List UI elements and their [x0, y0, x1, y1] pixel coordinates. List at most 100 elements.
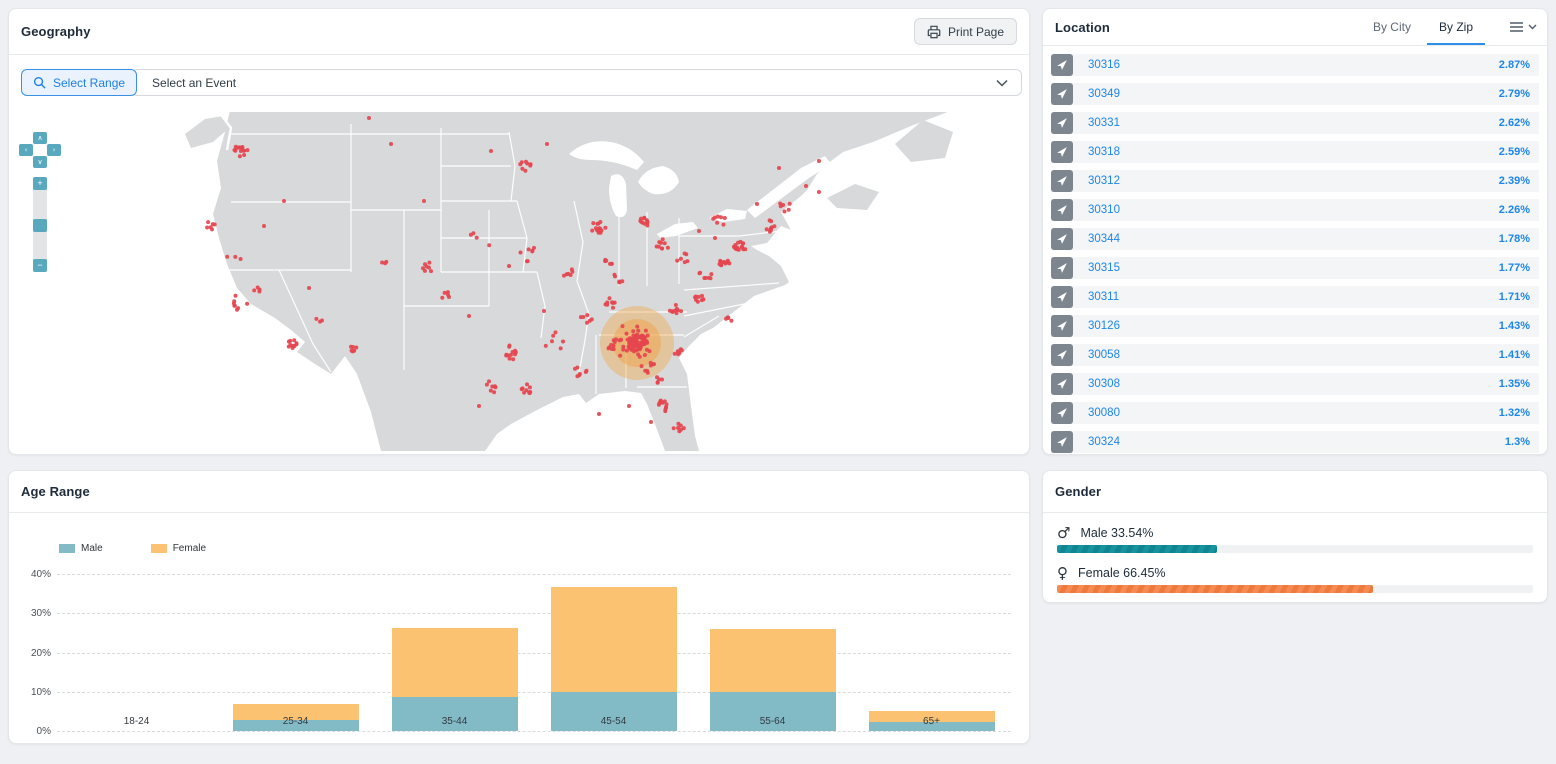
map-canvas[interactable] [179, 106, 1025, 451]
map-dot [679, 257, 683, 261]
select-range-label: Select Range [53, 76, 125, 90]
zip-link[interactable]: 30315 [1088, 262, 1120, 274]
gridline [57, 692, 1011, 693]
location-row[interactable]: 30315 1.77% [1051, 257, 1539, 279]
navigate-icon[interactable] [1051, 141, 1073, 163]
location-row[interactable]: 30058 1.41% [1051, 344, 1539, 366]
zip-link[interactable]: 30331 [1088, 117, 1120, 129]
zip-link[interactable]: 30080 [1088, 407, 1120, 419]
select-range-button[interactable]: Select Range [21, 69, 137, 96]
navigate-icon[interactable] [1051, 83, 1073, 105]
map-dot [604, 259, 608, 263]
map-dot [532, 246, 536, 250]
x-axis-label: 65+ [923, 716, 940, 727]
zip-link[interactable]: 30349 [1088, 88, 1120, 100]
map-dot [242, 149, 246, 153]
location-menu-button[interactable] [1509, 21, 1537, 33]
location-row[interactable]: 30311 1.71% [1051, 286, 1539, 308]
x-axis-label: 35-44 [442, 716, 468, 727]
zoom-out-button[interactable]: − [33, 259, 47, 272]
zoom-slider-track[interactable]: + − [33, 177, 47, 272]
map-dot [783, 210, 787, 214]
navigate-icon[interactable] [1051, 199, 1073, 221]
gridline [57, 613, 1011, 614]
zoom-slider-handle[interactable] [33, 219, 47, 232]
x-axis-label: 55-64 [760, 716, 786, 727]
map-dot [621, 345, 625, 349]
map-dot [672, 426, 676, 430]
navigate-icon[interactable] [1051, 286, 1073, 308]
map-dot [507, 264, 511, 268]
map-dot [351, 349, 355, 353]
zip-link[interactable]: 30308 [1088, 378, 1120, 390]
map-dot [640, 334, 644, 338]
navigate-icon[interactable] [1051, 431, 1073, 453]
map-dot [209, 225, 213, 229]
pan-right-button[interactable]: › [47, 144, 61, 156]
location-row[interactable]: 30312 2.39% [1051, 170, 1539, 192]
navigate-icon[interactable] [1051, 228, 1073, 250]
location-row[interactable]: 30318 2.59% [1051, 141, 1539, 163]
map-dot [506, 353, 510, 357]
navigate-icon[interactable] [1051, 170, 1073, 192]
map-dot [213, 223, 217, 227]
map-dot [507, 345, 511, 349]
navigate-icon[interactable] [1051, 315, 1073, 337]
zip-link[interactable]: 30324 [1088, 436, 1120, 448]
map-dot [520, 167, 524, 171]
navigate-icon[interactable] [1051, 257, 1073, 279]
zip-link[interactable]: 30318 [1088, 146, 1120, 158]
map-dot [471, 231, 475, 235]
navigate-icon[interactable] [1051, 112, 1073, 134]
printer-icon [927, 25, 941, 39]
map-dot [528, 390, 532, 394]
hamburger-icon [1509, 21, 1524, 33]
tab-by-city[interactable]: By City [1373, 20, 1411, 34]
map-dot [528, 164, 532, 168]
zip-link[interactable]: 30344 [1088, 233, 1120, 245]
map-dot [769, 219, 773, 223]
pan-up-button[interactable]: ∧ [33, 132, 47, 144]
navigate-icon[interactable] [1051, 402, 1073, 424]
map-dot [627, 404, 631, 408]
map-dot [804, 184, 808, 188]
zoom-in-button[interactable]: + [33, 177, 47, 190]
map-dot [584, 370, 588, 374]
map-dot [521, 386, 525, 390]
map-dot [262, 224, 266, 228]
map-dot [658, 399, 662, 403]
navigate-icon[interactable] [1051, 54, 1073, 76]
zip-link[interactable]: 30310 [1088, 204, 1120, 216]
map-dot [581, 315, 585, 319]
map-dot [318, 320, 322, 324]
pan-down-button[interactable]: ∨ [33, 156, 47, 168]
zip-link[interactable]: 30316 [1088, 59, 1120, 71]
zip-link[interactable]: 30311 [1088, 291, 1119, 303]
map-dot [519, 251, 523, 255]
map-dot [679, 309, 683, 313]
print-page-button[interactable]: Print Page [914, 18, 1017, 45]
location-row[interactable]: 30331 2.62% [1051, 112, 1539, 134]
map-dot [741, 241, 745, 245]
map-dot [205, 226, 209, 230]
location-row[interactable]: 30324 1.3% [1051, 431, 1539, 453]
location-row[interactable]: 30344 1.78% [1051, 228, 1539, 250]
navigate-icon[interactable] [1051, 344, 1073, 366]
pan-left-button[interactable]: ‹ [19, 144, 33, 156]
location-row[interactable]: 30080 1.32% [1051, 402, 1539, 424]
map-dot [608, 296, 612, 300]
tab-by-zip[interactable]: By Zip [1439, 20, 1473, 34]
location-row[interactable]: 30316 2.87% [1051, 54, 1539, 76]
location-row[interactable]: 30126 1.43% [1051, 315, 1539, 337]
map-dot [732, 245, 736, 249]
navigate-icon[interactable] [1051, 373, 1073, 395]
location-row[interactable]: 30349 2.79% [1051, 83, 1539, 105]
event-select[interactable]: Select an Event [131, 69, 1022, 96]
location-row[interactable]: 30308 1.35% [1051, 373, 1539, 395]
map-dot [649, 420, 653, 424]
zip-link[interactable]: 30058 [1088, 349, 1120, 361]
map-dot [613, 274, 617, 278]
location-row[interactable]: 30310 2.26% [1051, 199, 1539, 221]
zip-link[interactable]: 30126 [1088, 320, 1120, 332]
zip-link[interactable]: 30312 [1088, 175, 1120, 187]
